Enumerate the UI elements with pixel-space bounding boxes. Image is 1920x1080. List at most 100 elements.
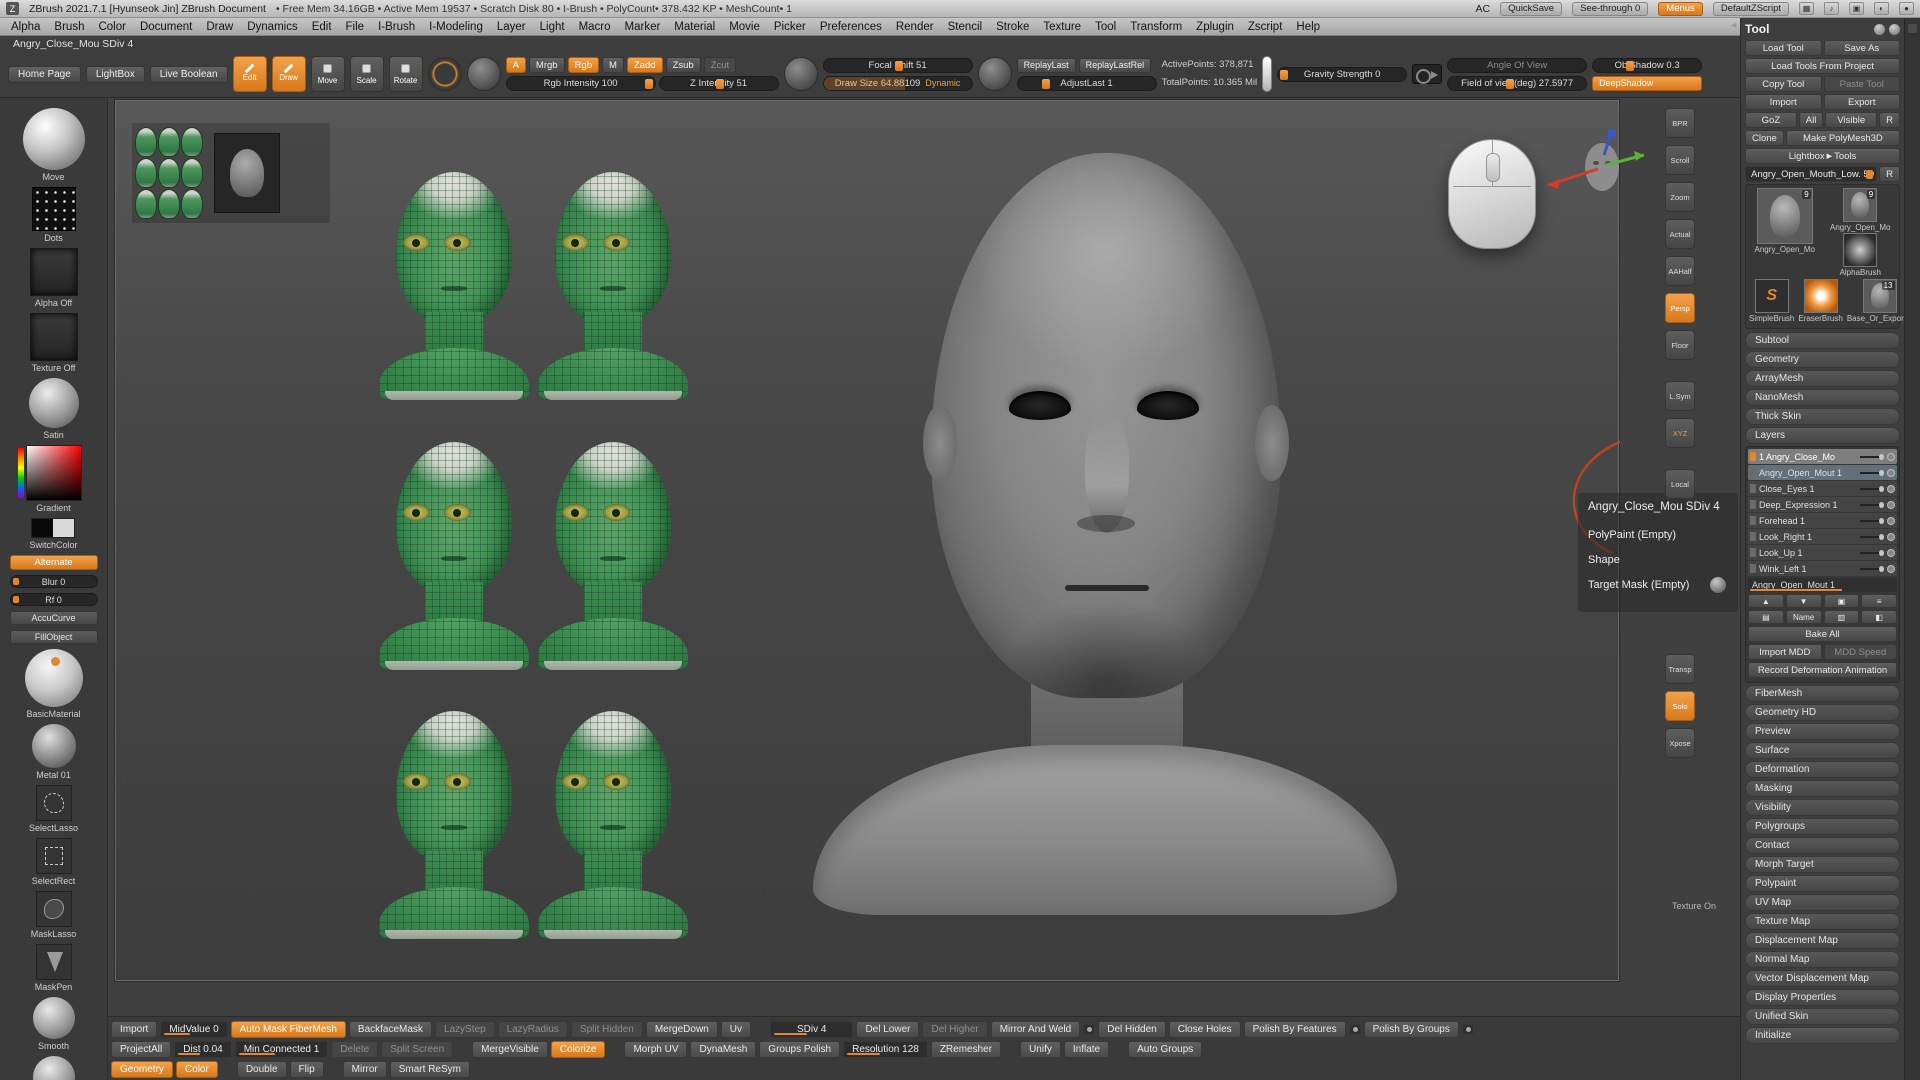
left-tool[interactable]: SelectLasso (29, 785, 78, 833)
menu-item[interactable]: Color (91, 18, 132, 35)
goz-visible-button[interactable]: Visible (1825, 112, 1877, 128)
left-tool[interactable]: AccuCurve (10, 611, 98, 625)
focal-shift-icon[interactable] (784, 57, 818, 91)
load-tool-button[interactable]: Load Tool (1745, 40, 1822, 56)
panel-collapse-icon[interactable]: ◄ (1729, 20, 1738, 30)
right-shelf-button[interactable]: Local (1665, 469, 1695, 499)
layer-row[interactable]: Forehead 1 (1748, 513, 1897, 528)
bottom-button[interactable]: Close Holes (1169, 1021, 1241, 1038)
z-intensity-slider[interactable]: Z Intensity 51 (659, 76, 779, 91)
draw-size-slider[interactable]: Draw Size 64.88109Dynamic (823, 76, 973, 91)
section-button[interactable]: Layers (1745, 427, 1900, 444)
layer-delete-button[interactable]: ▥ (1824, 610, 1860, 624)
import-mdd-button[interactable]: Import MDD (1748, 644, 1822, 660)
section-button[interactable]: Thick Skin (1745, 408, 1900, 425)
right-shelf-button[interactable]: Solo (1665, 691, 1695, 721)
right-shelf-button[interactable]: Xpose (1665, 728, 1695, 758)
menu-item[interactable]: Texture (1036, 18, 1088, 35)
bottom-button[interactable]: Uv (721, 1021, 751, 1038)
bottom-button[interactable]: BackfaceMask (349, 1021, 432, 1038)
layer-row[interactable]: Angry_Open_Mout 1 (1748, 465, 1897, 480)
menu-item[interactable]: Render (889, 18, 941, 35)
menu-item[interactable]: Help (1289, 18, 1327, 35)
left-tool[interactable]: Dots (32, 187, 76, 243)
live-boolean-button[interactable]: Live Boolean (150, 66, 228, 83)
menu-item[interactable]: Movie (722, 18, 767, 35)
cpu-icon[interactable]: ▣ (1849, 2, 1864, 15)
record-icon[interactable] (978, 57, 1012, 91)
bottom-button[interactable]: DynaMesh (690, 1041, 756, 1058)
deep-shadow-button[interactable]: DeepShadow (1592, 76, 1702, 91)
menu-item[interactable]: Stencil (941, 18, 990, 35)
save-as-button[interactable]: Save As (1824, 40, 1901, 56)
goz-button[interactable]: GoZ (1745, 112, 1797, 128)
section-button[interactable]: Visibility (1745, 799, 1900, 816)
bottom-button[interactable]: LazyRadius (498, 1021, 568, 1038)
lightbox-tools-button[interactable]: Lightbox►Tools (1745, 148, 1900, 164)
base-tool-thumbnail[interactable]: 13 (1863, 279, 1897, 313)
menu-item[interactable]: Material (667, 18, 722, 35)
quicks ave-button[interactable]: QuickSave (1500, 2, 1562, 16)
menu-item[interactable]: Zplugin (1189, 18, 1241, 35)
left-tool[interactable]: Blur 0 (10, 575, 98, 588)
panel-scrollbar[interactable] (1904, 18, 1920, 1080)
section-button[interactable]: Polypaint (1745, 875, 1900, 892)
layer-down-button[interactable]: ▼ (1786, 594, 1822, 608)
right-shelf-button[interactable]: Floor (1665, 330, 1695, 360)
section-button[interactable]: Preview (1745, 723, 1900, 740)
mdd-speed-slider[interactable]: MDD Speed (1824, 644, 1898, 660)
bottom-button[interactable] (1462, 1024, 1474, 1035)
layer-eye-icon[interactable] (1887, 565, 1895, 573)
right-shelf-button[interactable]: Transp (1665, 654, 1695, 684)
field-of-view-slider[interactable]: Field of view(deg) 27.5977 (1447, 76, 1587, 91)
bottom-button[interactable]: Polish By Features (1244, 1021, 1346, 1038)
section-button[interactable]: Deformation (1745, 761, 1900, 778)
left-tool[interactable]: SelectRect (32, 838, 76, 886)
bottom-button[interactable]: Dist 0.04 (174, 1041, 231, 1058)
section-button[interactable]: Unified Skin (1745, 1008, 1900, 1025)
left-tool[interactable]: BasicMaterial (25, 649, 83, 719)
angle-of-view-slider[interactable]: Angle Of View (1447, 58, 1587, 73)
section-button[interactable]: Geometry (1745, 351, 1900, 368)
menus-button[interactable]: Menus (1658, 2, 1703, 16)
section-button[interactable]: FiberMesh (1745, 685, 1900, 702)
eraser-brush-thumbnail[interactable] (1804, 279, 1838, 313)
bottom-button[interactable]: Split Hidden (571, 1021, 643, 1038)
bottom-button[interactable]: ProjectAll (111, 1041, 171, 1058)
bottom-button[interactable]: Del Higher (922, 1021, 987, 1038)
layer-split-button[interactable]: ◧ (1861, 610, 1897, 624)
menu-item[interactable]: Light (533, 18, 572, 35)
layer-row[interactable]: Deep_Expression 1 (1748, 497, 1897, 512)
menu-item[interactable]: Dynamics (240, 18, 304, 35)
section-button[interactable]: UV Map (1745, 894, 1900, 911)
layout-icon[interactable]: ▦ (1799, 2, 1814, 15)
bottom-button[interactable]: Double (237, 1061, 287, 1078)
gravity-direction-widget[interactable] (1262, 56, 1272, 92)
layer-intensity-slider[interactable] (1860, 568, 1884, 570)
obj-shadow-slider[interactable]: ObjShadow 0.3 (1592, 58, 1702, 73)
layer-duplicate-button[interactable]: ▣ (1824, 594, 1860, 608)
palette-icon[interactable]: ◐ (1874, 2, 1889, 15)
section-button[interactable]: Normal Map (1745, 951, 1900, 968)
layer-intensity-slider[interactable] (1860, 456, 1884, 458)
bottom-button[interactable]: MidValue 0 (160, 1021, 227, 1038)
left-tool[interactable]: FillObject (10, 630, 98, 644)
layer-row[interactable]: 1 Angry_Close_Mo (1748, 449, 1897, 464)
dynamic-label[interactable]: Dynamic (925, 78, 960, 88)
section-button[interactable]: Display Properties (1745, 989, 1900, 1006)
section-button[interactable]: Vector Displacement Map (1745, 970, 1900, 987)
menu-item[interactable]: I-Modeling (422, 18, 490, 35)
menu-item[interactable]: Picker (767, 18, 813, 35)
zcut-button[interactable]: Zcut (704, 57, 736, 73)
menu-item[interactable]: Document (133, 18, 199, 35)
section-button[interactable]: Morph Target (1745, 856, 1900, 873)
bottom-button[interactable]: MergeVisible (472, 1041, 548, 1058)
session-icon[interactable]: ● (1899, 2, 1914, 15)
left-tool[interactable]: MaskLasso (31, 891, 77, 939)
menu-item[interactable]: Brush (47, 18, 91, 35)
bottom-button[interactable]: Polish By Groups (1364, 1021, 1459, 1038)
right-shelf-button[interactable]: L.Sym (1665, 381, 1695, 411)
layer-intensity-slider[interactable] (1860, 520, 1884, 522)
bottom-button[interactable]: Geometry (111, 1061, 173, 1078)
alpha-channel-button[interactable]: A (506, 57, 526, 73)
